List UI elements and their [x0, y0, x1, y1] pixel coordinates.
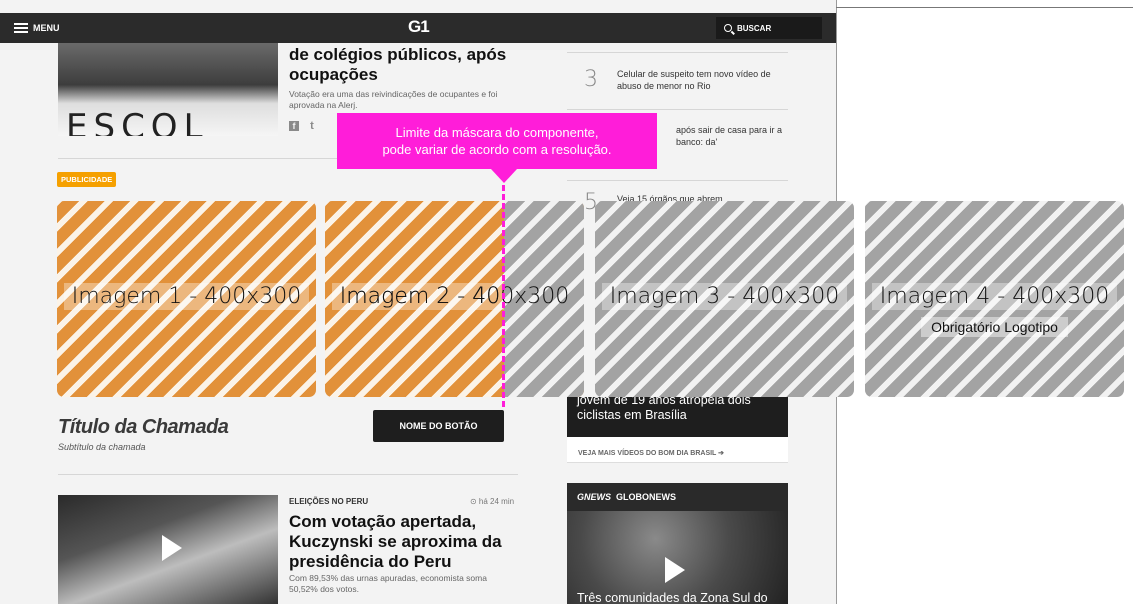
chamada-title: Título da Chamada — [58, 416, 229, 438]
divider — [567, 109, 788, 110]
image-label: Imagem 2 - 400x300 — [339, 284, 570, 309]
divider — [567, 52, 788, 53]
ranked-story-link[interactable]: Celular de suspeito tem novo vídeo de ab… — [617, 68, 782, 92]
divider — [567, 180, 788, 181]
callout-line: pode variar de acordo com a resolução. — [382, 142, 612, 157]
image-label-wrap: Imagem 1 - 400x300 — [57, 283, 316, 310]
more-videos-link[interactable]: VEJA MAIS VÍDEOS DO BOM DIA BRASIL ➔ — [567, 437, 788, 463]
facebook-icon[interactable]: f — [289, 121, 299, 131]
rank-number: 3 — [584, 67, 598, 92]
hamburger-icon — [14, 23, 28, 33]
image-label-wrap: Imagem 3 - 400x300 — [595, 283, 854, 310]
divider — [836, 7, 1133, 8]
story-photo-kuczynski[interactable] — [58, 495, 278, 604]
globonews-video-thumbnail[interactable]: Três comunidades da Zona Sul do — [567, 511, 788, 604]
search-button[interactable]: BUSCAR — [716, 17, 822, 39]
twitter-icon[interactable]: t — [310, 120, 314, 132]
video-caption: Três comunidades da Zona Sul do — [577, 591, 768, 604]
menu-label: MENU — [33, 23, 60, 33]
story-headline[interactable]: de colégios públicos, após ocupações — [289, 45, 529, 85]
video-caption: jovem de 19 anos atropela dois ciclistas… — [577, 397, 751, 422]
callout-arrow-icon — [491, 169, 517, 183]
globonews-logo: GNEWS — [577, 492, 612, 502]
carousel-image-4[interactable]: Imagem 4 - 400x300 Obrigatório Logotipo — [865, 201, 1124, 397]
story-headline[interactable]: Com votação apertada, Kuczynski se aprox… — [289, 512, 509, 572]
image-label-overlay: Imagem 2 - 400x300 — [325, 283, 584, 310]
image-sub-wrap: Obrigatório Logotipo — [865, 317, 1124, 337]
image-label-wrap: Imagem 4 - 400x300 — [865, 283, 1124, 310]
story-photo-protest[interactable]: ESCOL — [58, 43, 278, 136]
callout-line: Limite da máscara do componente, — [395, 125, 599, 140]
globonews-label: GLOBONEWS — [616, 492, 677, 502]
play-icon[interactable] — [665, 557, 685, 583]
ranked-story-link[interactable]: após sair de casa para ir a banco: da' — [676, 124, 786, 148]
image-label: Imagem 3 - 400x300 — [601, 283, 848, 310]
image-label: Imagem 4 - 400x300 — [871, 283, 1118, 310]
divider — [58, 474, 518, 475]
story-kicker: ELEIÇÕES NO PERU — [289, 497, 369, 506]
image-label: Imagem 1 - 400x300 — [63, 283, 310, 310]
globonews-header: GNEWS GLOBONEWS — [567, 483, 788, 511]
story-subtitle: Com 89,53% das urnas apuradas, economist… — [289, 573, 487, 594]
play-icon[interactable] — [162, 535, 182, 561]
chamada-button[interactable]: NOME DO BOTÃO — [373, 410, 504, 442]
image-sublabel: Obrigatório Logotipo — [921, 317, 1068, 337]
menu-button[interactable]: MENU — [14, 19, 60, 37]
video-card[interactable]: jovem de 19 anos atropela dois ciclistas… — [567, 397, 788, 437]
search-label: BUSCAR — [737, 23, 772, 33]
top-navigation-bar: MENU G1 BUSCAR — [0, 13, 836, 43]
carousel-image-1[interactable]: Imagem 1 - 400x300 — [57, 201, 316, 397]
social-share: f t — [289, 120, 314, 132]
carousel-image-3[interactable]: Imagem 3 - 400x300 — [595, 201, 854, 397]
chamada-subtitle: Subtítulo da chamada — [58, 442, 146, 452]
photo-banner-text: ESCOL — [66, 107, 209, 136]
story-time: ⊙ há 24 min — [470, 497, 515, 506]
mask-limit-callout: Limite da máscara do componente, pode va… — [337, 113, 657, 169]
search-icon — [724, 24, 732, 32]
advertising-badge: PUBLICIDADE — [57, 172, 117, 187]
g1-logo[interactable]: G1 — [408, 17, 430, 37]
story-subtitle: Votação era uma das reivindicações de oc… — [289, 89, 498, 110]
mask-limit-line — [502, 185, 505, 407]
